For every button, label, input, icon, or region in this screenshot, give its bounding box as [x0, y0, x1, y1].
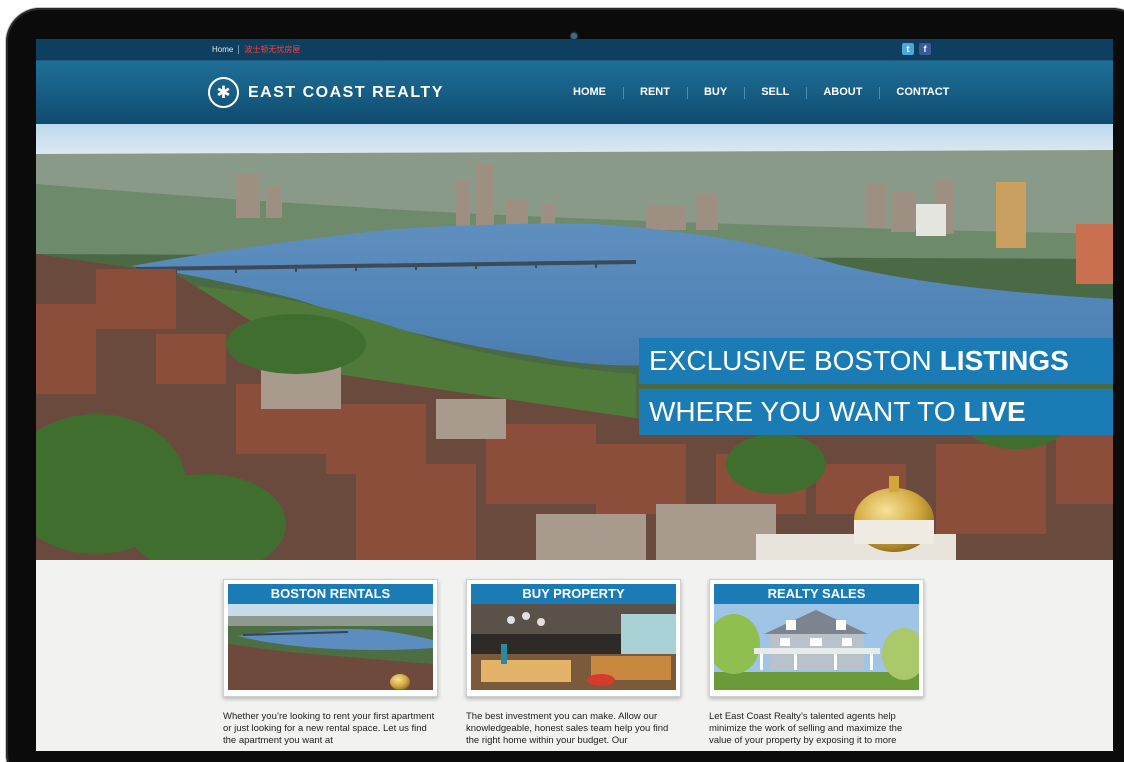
hero-banner: EXCLUSIVE BOSTON LISTINGS WHERE YOU WANT… [36, 124, 1113, 560]
hero-line1-bold: LISTINGS [939, 345, 1069, 376]
logo-text: EAST COAST REALTY [248, 83, 444, 101]
card-image-kitchen[interactable] [471, 604, 676, 690]
card-frame: REALTY SALES [709, 579, 924, 697]
facebook-icon[interactable]: f [919, 43, 931, 55]
hero-line2-bold: LIVE [963, 396, 1026, 427]
nav-contact[interactable]: CONTACT [879, 61, 966, 124]
hero-headline-1: EXCLUSIVE BOSTON LISTINGS [639, 338, 1113, 384]
site-logo[interactable]: ✱ EAST COAST REALTY [208, 77, 444, 108]
card-description: Let East Coast Realty’s talented agents … [709, 711, 903, 746]
utility-bar: Home 波士顿无忧房屋 t f [36, 39, 1113, 61]
hero-line1-regular: EXCLUSIVE BOSTON [649, 345, 932, 376]
nav-sell[interactable]: SELL [744, 61, 806, 124]
card-image-river[interactable] [228, 604, 433, 690]
divider [238, 45, 240, 54]
site-header: ✱ EAST COAST REALTY HOME RENT BUY SELL A… [36, 61, 1113, 124]
nav-about[interactable]: ABOUT [806, 61, 879, 124]
card-image-house[interactable] [714, 604, 919, 690]
hero-headline-2: WHERE YOU WANT TO LIVE [639, 389, 1113, 435]
social-links: t f [902, 43, 931, 55]
chinese-site-link[interactable]: 波士顿无忧房屋 [244, 44, 300, 55]
compass-star-icon: ✱ [208, 77, 239, 108]
card-boston-rentals[interactable]: BOSTON RENTALS Whether you’re looking to… [223, 579, 438, 747]
card-description: The best investment you can make. Allow … [466, 711, 669, 746]
card-frame: BOSTON RENTALS [223, 579, 438, 697]
nav-rent[interactable]: RENT [623, 61, 687, 124]
nav-home[interactable]: HOME [556, 61, 623, 124]
nav-buy[interactable]: BUY [686, 61, 744, 124]
card-realty-sales[interactable]: REALTY SALES Let East Coast Realty’s tal… [709, 579, 924, 747]
card-frame: BUY PROPERTY [466, 579, 681, 697]
hero-line2-regular: WHERE YOU WANT TO [649, 396, 956, 427]
breadcrumb: Home 波士顿无忧房屋 [212, 44, 300, 55]
twitter-icon[interactable]: t [902, 43, 914, 55]
card-description: Whether you’re looking to rent your firs… [223, 711, 435, 746]
main-nav: HOME RENT BUY SELL ABOUT CONTACT [556, 61, 966, 124]
card-title[interactable]: BUY PROPERTY [471, 584, 676, 604]
browser-screen: Home 波士顿无忧房屋 t f ✱ EAST COAST REALTY HOM… [36, 39, 1113, 751]
feature-cards: BOSTON RENTALS Whether you’re looking to… [223, 579, 924, 751]
card-title[interactable]: REALTY SALES [714, 584, 919, 604]
card-buy-property[interactable]: BUY PROPERTY The best investment you can… [466, 579, 681, 747]
home-link[interactable]: Home [212, 45, 233, 54]
card-title[interactable]: BOSTON RENTALS [228, 584, 433, 604]
